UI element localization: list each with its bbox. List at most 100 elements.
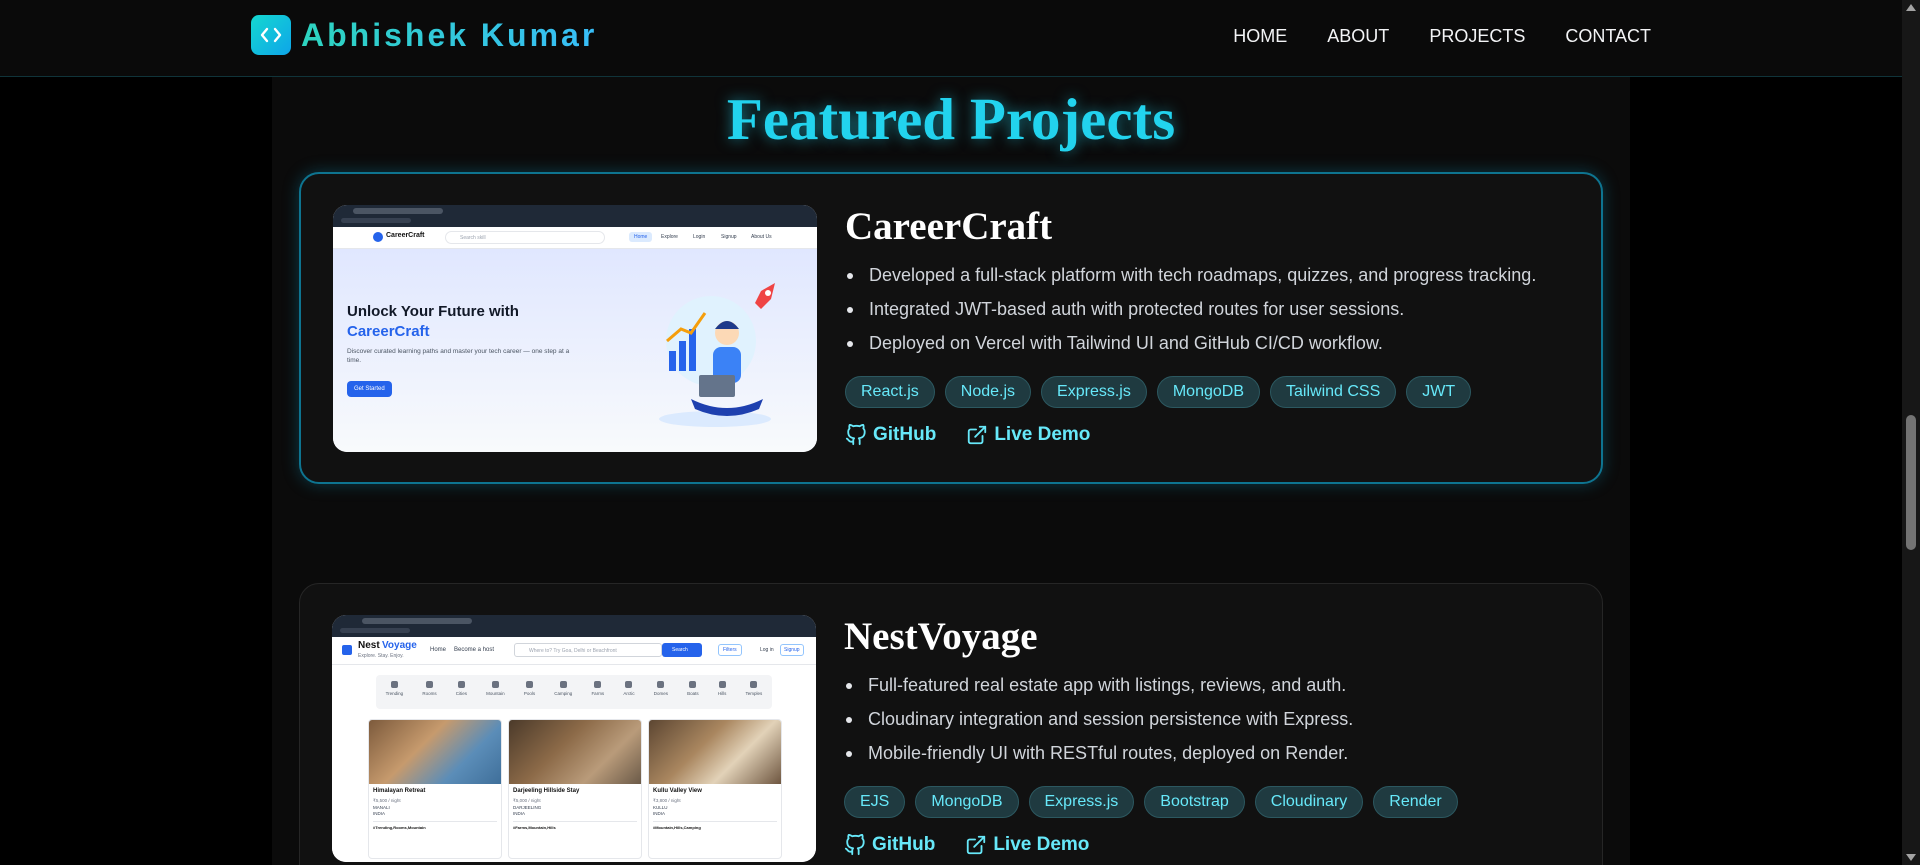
mock-tagline: Explore. Stay. Enjoy. <box>358 653 404 659</box>
mock-headline-brand: CareerCraft <box>347 323 430 340</box>
rocket-icon <box>373 232 383 242</box>
mock-header: CareerCraft Search skill Home Explore Lo… <box>333 227 817 249</box>
tech-tag: MongoDB <box>915 786 1019 818</box>
listing-tags: #Farms,Mountain,Hills <box>513 821 637 830</box>
bullet-item: Mobile-friendly UI with RESTful routes, … <box>844 736 1564 770</box>
tech-tag: React.js <box>845 376 935 408</box>
scroll-thumb[interactable] <box>1906 415 1916 550</box>
live-demo-label: Live Demo <box>994 424 1091 445</box>
mock-filters: Filters <box>718 644 742 656</box>
live-demo-label: Live Demo <box>993 834 1090 855</box>
mock-menu-explore: Explore <box>661 234 678 240</box>
listing-country: INDIA <box>513 811 526 816</box>
listing-place: KULLU <box>653 805 668 810</box>
mock-subtext: Discover curated learning paths and mast… <box>347 348 570 364</box>
category: Rooms <box>422 681 437 709</box>
project-title: NestVoyage <box>844 615 1038 658</box>
listing-place: MANALI <box>373 805 390 810</box>
code-brackets-icon <box>251 15 291 55</box>
mock-menu-home: Home <box>430 647 447 653</box>
mock-headline: Unlock Your Future with <box>347 303 519 320</box>
tech-tag: Node.js <box>944 376 1032 408</box>
external-link-icon <box>967 835 986 855</box>
mock-header: Nest Voyage Explore. Stay. Enjoy. Home B… <box>332 637 816 665</box>
mock-menu-login: Login <box>693 234 706 240</box>
tech-tag: Render <box>1373 786 1458 818</box>
project-bullets: Developed a full-stack platform with tec… <box>845 258 1565 360</box>
page-scrollbar[interactable] <box>1902 0 1920 865</box>
github-icon <box>844 834 865 856</box>
listing-country: INDIA <box>653 811 666 816</box>
nav-about[interactable]: ABOUT <box>1327 26 1389 47</box>
listing-tags: #Trending,Rooms,Mountain <box>373 821 497 830</box>
listing-tags: #Mountain,Hills,Camping <box>653 821 777 830</box>
tech-tag: Express.js <box>1041 376 1147 408</box>
mock-brand-a: Nest <box>358 640 380 651</box>
mock-menu-signup: Signup <box>721 234 737 240</box>
tech-tags: React.js Node.js Express.js MongoDB Tail… <box>845 376 1565 408</box>
bullet-item: Integrated JWT-based auth with protected… <box>845 292 1565 326</box>
category: Cities <box>456 681 467 709</box>
listing-name: Himalayan Retreat <box>373 788 426 794</box>
nav-projects[interactable]: PROJECTS <box>1429 26 1525 47</box>
listing-photo <box>509 720 641 784</box>
category: Camping <box>554 681 572 709</box>
illustration-icon <box>659 283 775 427</box>
project-info-careercraft: CareerCraft Developed a full-stack platf… <box>845 204 1565 446</box>
github-link[interactable]: GitHub <box>845 424 936 446</box>
category: Domes <box>654 681 668 709</box>
github-label: GitHub <box>872 834 936 855</box>
category: Arctic <box>623 681 635 709</box>
listing-name: Kullu Valley View <box>653 788 702 794</box>
nav-home[interactable]: HOME <box>1233 26 1287 47</box>
category: Hills <box>718 681 726 709</box>
tech-tags: EJS MongoDB Express.js Bootstrap Cloudin… <box>844 786 1564 818</box>
listing-photo <box>369 720 501 784</box>
category: Boats <box>687 681 699 709</box>
mock-brand: CareerCraft <box>386 232 425 239</box>
brand-name: Abhishek Kumar <box>301 16 598 53</box>
mock-cta-button: Get Started <box>347 381 392 397</box>
browser-bookmarks <box>340 628 410 633</box>
mock-brand-b: Voyage <box>382 640 417 651</box>
tech-tag: EJS <box>844 786 906 818</box>
live-demo-link[interactable]: Live Demo <box>966 424 1090 446</box>
listing-country: INDIA <box>373 811 386 816</box>
scroll-down-arrow-icon[interactable] <box>1906 854 1916 861</box>
mock-search: Where to? Try Goa, Delhi or Beachfront <box>514 643 662 657</box>
browser-address-bar <box>362 618 472 624</box>
category: Trending <box>386 681 403 709</box>
listing-name: Darjeeling Hillside Stay <box>513 788 580 794</box>
live-demo-link[interactable]: Live Demo <box>965 834 1089 856</box>
project-screenshot-careercraft[interactable]: CareerCraft Search skill Home Explore Lo… <box>333 205 817 452</box>
listing-photo <box>649 720 781 784</box>
project-screenshot-nestvoyage[interactable]: Nest Voyage Explore. Stay. Enjoy. Home B… <box>332 615 816 862</box>
mock-listing: Darjeeling Hillside Stay ₹5,000 / night … <box>508 719 642 859</box>
mock-menu-home: Home <box>629 232 653 242</box>
mock-categories: Trending Rooms Cities Mountain Pools Cam… <box>376 675 772 709</box>
mock-body: Trending Rooms Cities Mountain Pools Cam… <box>332 665 816 862</box>
tech-tag: Tailwind CSS <box>1270 376 1397 408</box>
listing-place: DARJEELING <box>513 805 542 810</box>
external-link-icon <box>968 425 987 445</box>
brand[interactable]: Abhishek Kumar <box>251 15 597 55</box>
navbar: Abhishek Kumar HOME ABOUT PROJECTS CONTA… <box>0 0 1902 77</box>
tech-tag: Express.js <box>1028 786 1135 818</box>
category: Temples <box>746 681 762 709</box>
tech-tag: JWT <box>1406 376 1472 408</box>
project-info-nestvoyage: NestVoyage Full-featured real estate app… <box>844 614 1564 856</box>
github-link[interactable]: GitHub <box>844 834 935 856</box>
browser-chrome <box>332 615 816 637</box>
github-label: GitHub <box>873 424 937 445</box>
project-links: GitHub Live Demo <box>845 424 1565 446</box>
house-icon <box>342 645 352 655</box>
nav-links: HOME ABOUT PROJECTS CONTACT <box>1233 26 1651 47</box>
nav-contact[interactable]: CONTACT <box>1565 26 1651 47</box>
scroll-up-arrow-icon[interactable] <box>1906 4 1916 11</box>
project-bullets: Full-featured real estate app with listi… <box>844 668 1564 770</box>
category: Farms <box>591 681 604 709</box>
tech-tag: MongoDB <box>1156 376 1260 408</box>
bullet-item: Cloudinary integration and session persi… <box>844 702 1564 736</box>
tech-tag: Cloudinary <box>1254 786 1364 818</box>
github-icon <box>845 424 866 446</box>
